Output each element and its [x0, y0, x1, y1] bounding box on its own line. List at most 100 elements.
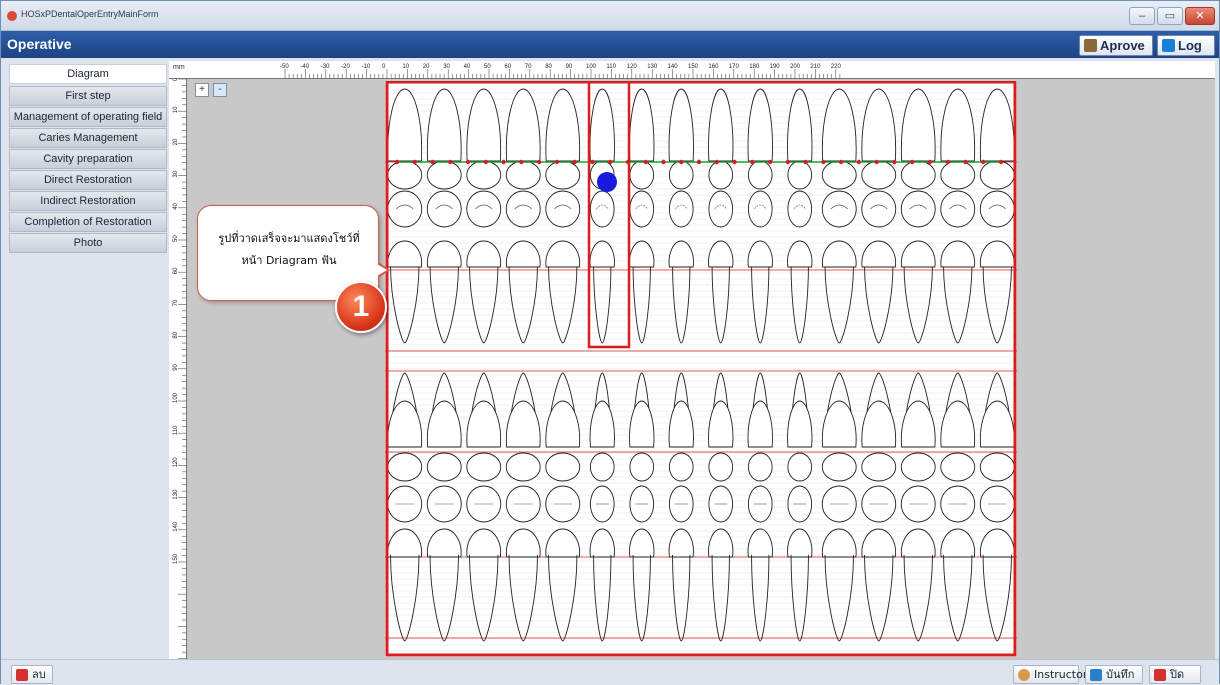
upper-tooth-buccal — [708, 160, 734, 190]
lower-tooth-buccal — [940, 528, 976, 558]
sidebar-nav: Diagram First step Management of operati… — [9, 64, 167, 259]
zoom-out-button[interactable]: - — [213, 83, 227, 97]
ruler-tick-label: 60 — [504, 64, 511, 70]
upper-tooth-occlusal — [545, 190, 581, 228]
lower-tooth-side — [821, 400, 857, 448]
sidebar-item-indirect-restoration[interactable]: Indirect Restoration — [9, 191, 167, 211]
minimize-button[interactable]: – — [1129, 7, 1155, 25]
gingival-point — [732, 159, 737, 165]
sidebar-item-first-step[interactable]: First step — [9, 86, 167, 106]
lower-tooth-root — [390, 554, 420, 642]
tooth-root — [548, 264, 578, 344]
gingival-point — [643, 159, 648, 165]
title-bar: HOSxPDentalOperEntryMainForm – ▭ ✕ — [1, 1, 1219, 31]
dental-chart-drawing — [385, 79, 1017, 657]
lower-tooth-root — [751, 554, 770, 642]
upper-tooth-buccal — [545, 160, 581, 190]
ruler-tick-label: -20 — [341, 64, 350, 70]
lower-tooth-side — [505, 400, 541, 448]
lower-tooth-lingual — [668, 452, 694, 482]
upper-tooth-side — [940, 88, 976, 162]
upper-tooth-side — [545, 88, 581, 162]
user-icon — [1018, 669, 1030, 681]
ruler-tick-label: 40 — [464, 64, 471, 70]
ruler-tick-label: 200 — [790, 64, 801, 70]
lower-tooth-side — [787, 400, 813, 448]
lower-tooth-lingual — [505, 452, 541, 482]
delete-button[interactable]: ลบ — [11, 665, 53, 684]
gingival-point — [501, 159, 506, 165]
ruler-tick-label: 140 — [668, 64, 679, 70]
upper-tooth-occlusal — [979, 190, 1015, 228]
gingival-point — [909, 159, 915, 165]
diagram-canvas-area[interactable]: mm -50 -40 -30 -20 -10 0 10 20 30 40 50 60 70 80 90 100 1… — [169, 61, 1215, 659]
lower-tooth-buccal — [387, 528, 423, 558]
lower-tooth-root — [711, 554, 730, 642]
save-button[interactable]: บันทึก — [1085, 665, 1143, 684]
ruler-tick-label: 90 — [173, 363, 179, 370]
approve-button[interactable]: Aprove — [1079, 35, 1153, 56]
upper-tooth-side — [787, 88, 813, 162]
sidebar-item-completion[interactable]: Completion of Restoration — [9, 212, 167, 232]
tooth-crown — [668, 240, 694, 268]
instructor-button[interactable]: Instructor — [1013, 665, 1087, 684]
lower-tooth-root — [824, 554, 854, 642]
lower-tooth-buccal — [466, 528, 502, 558]
tooth-root — [508, 264, 538, 344]
lower-tooth-lingual — [787, 452, 813, 482]
lower-tooth-root — [943, 554, 973, 642]
dental-chart[interactable] — [385, 79, 1017, 657]
ruler-tick-label: 210 — [810, 64, 821, 70]
upper-tooth-occlusal — [505, 190, 541, 228]
tooth-crown — [708, 240, 734, 268]
close-button[interactable]: ปิด — [1149, 665, 1201, 684]
upper-tooth-buccal — [505, 160, 541, 190]
tooth-crown — [821, 240, 857, 268]
tooth-crown — [426, 240, 462, 268]
upper-tooth-occlusal — [900, 190, 936, 228]
gingival-point — [821, 159, 826, 165]
lower-tooth-side — [708, 400, 734, 448]
close-window-button[interactable]: ✕ — [1185, 7, 1215, 25]
ruler-tick-label: 80 — [545, 64, 552, 70]
lower-tooth-buccal — [979, 528, 1015, 558]
sidebar-item-caries-management[interactable]: Caries Management — [9, 128, 167, 148]
maximize-button[interactable]: ▭ — [1157, 7, 1183, 25]
upper-tooth-buccal — [861, 160, 897, 190]
gingival-point — [981, 159, 986, 165]
sidebar-item-operating-field[interactable]: Management of operating field — [9, 107, 167, 127]
ruler-tick-label: 130 — [173, 489, 179, 500]
window-title: HOSxPDentalOperEntryMainForm — [21, 9, 159, 19]
instructor-label: Instructor — [1034, 668, 1088, 681]
log-button[interactable]: Log — [1157, 35, 1215, 56]
lower-tooth-root — [864, 554, 894, 642]
lower-tooth-side — [861, 400, 897, 448]
ruler-tick-label: 120 — [173, 457, 179, 468]
upper-tooth-buccal — [466, 160, 502, 190]
sidebar-item-direct-restoration[interactable]: Direct Restoration — [9, 170, 167, 190]
footer-bar: ลบ Instructor บันทึก ปิด — [1, 659, 1219, 685]
lower-tooth-lingual — [900, 452, 936, 482]
lower-tooth-side — [545, 400, 581, 448]
upper-tooth-side — [708, 88, 734, 162]
ruler-tick-label: 120 — [627, 64, 638, 70]
upper-tooth-side — [821, 88, 857, 162]
ruler-tick-label: 70 — [173, 299, 179, 306]
lower-tooth-buccal — [747, 528, 773, 558]
sidebar-item-cavity-preparation[interactable]: Cavity preparation — [9, 149, 167, 169]
tooth-root — [632, 264, 651, 344]
gingival-point — [856, 159, 862, 165]
app-window: HOSxPDentalOperEntryMainForm – ▭ ✕ Opera… — [0, 0, 1220, 685]
tooth-crown — [787, 240, 813, 268]
lower-tooth-root — [790, 554, 809, 642]
ruler-tick-label: 30 — [173, 170, 179, 177]
sidebar-item-photo[interactable]: Photo — [9, 233, 167, 253]
tooth-root — [711, 264, 730, 344]
zoom-in-button[interactable]: + — [195, 83, 209, 97]
sidebar-item-diagram[interactable]: Diagram — [9, 64, 167, 84]
gingival-point — [963, 159, 968, 165]
lower-tooth-buccal — [629, 528, 655, 558]
step-number-badge: 1 — [335, 281, 387, 333]
lower-tooth-root — [508, 554, 538, 642]
lower-tooth-side — [940, 400, 976, 448]
